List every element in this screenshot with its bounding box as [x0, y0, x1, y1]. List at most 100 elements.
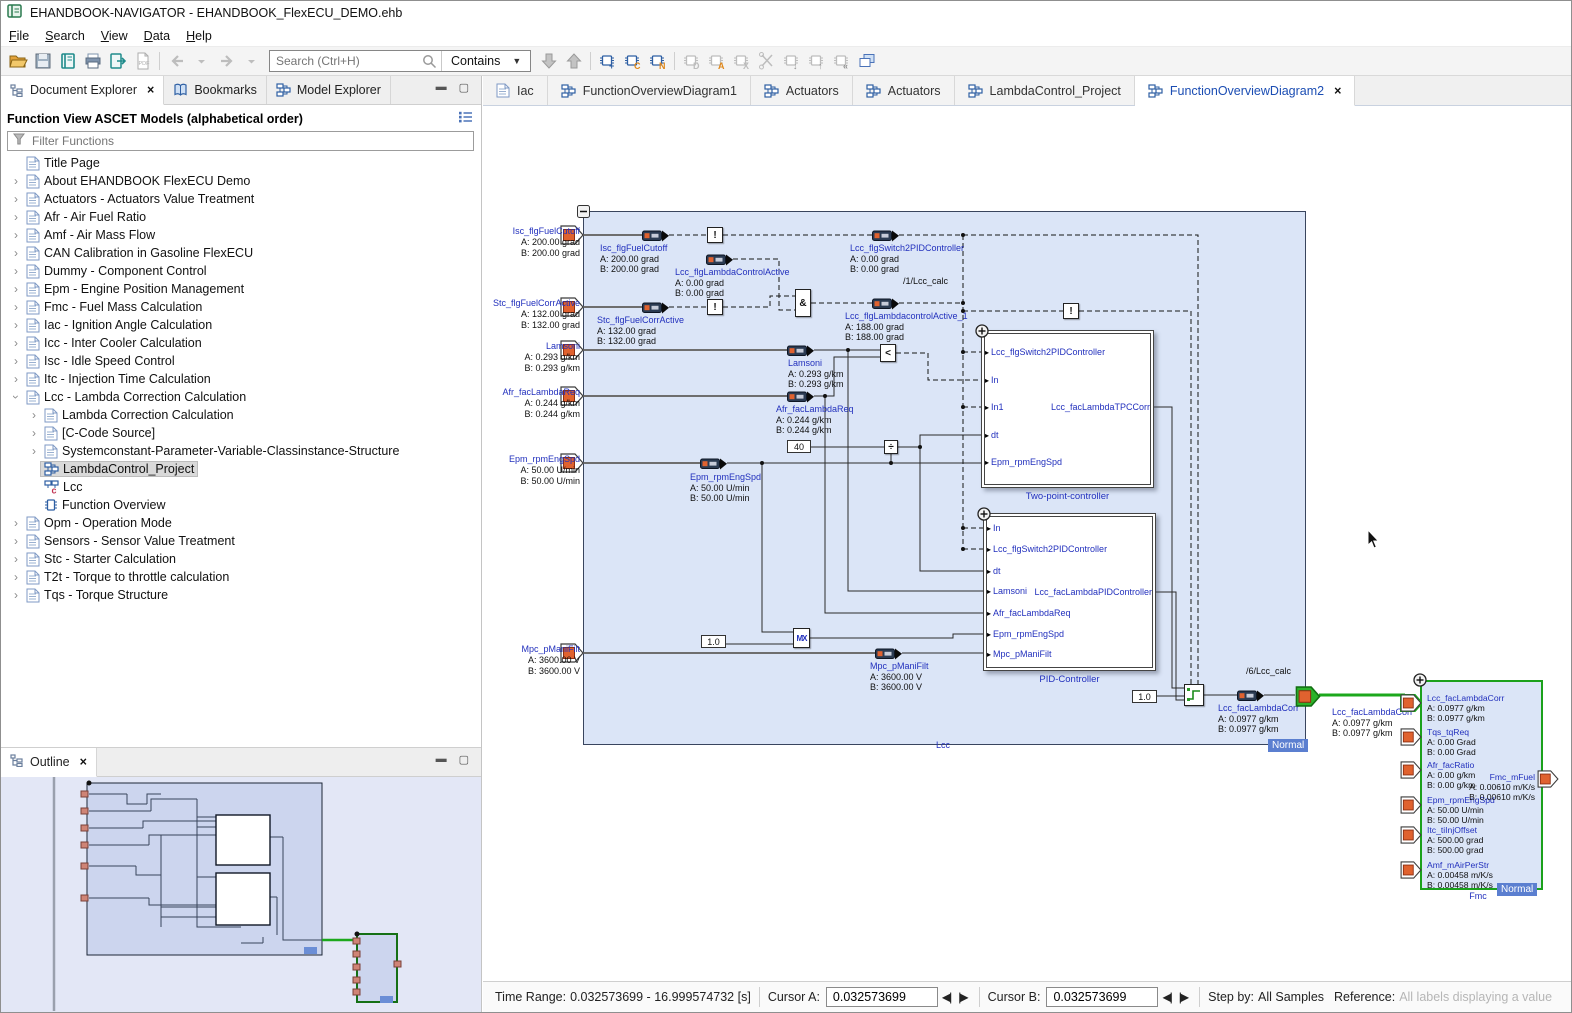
fmc-input-port-Afr_facRatio[interactable]: [1400, 761, 1422, 784]
signal-label-Lcc_flgLambdaControlActive[interactable]: Lcc_flgLambdaControlActiveA: 0.00 gradB:…: [675, 267, 790, 299]
tree-item-lambda-correction-calculation[interactable]: ›Lambda Correction Calculation: [1, 406, 481, 424]
chevron-right-icon[interactable]: ›: [9, 283, 23, 295]
fmc-input-port-Tqs_tqReq[interactable]: [1400, 728, 1422, 751]
close-icon[interactable]: ×: [147, 83, 154, 97]
chevron-right-icon[interactable]: ›: [9, 211, 23, 223]
signal-label-Stc_flgFuelCorrActive[interactable]: Stc_flgFuelCorrActiveA: 132.00 gradB: 13…: [597, 315, 684, 347]
chevron-right-icon[interactable]: ›: [9, 229, 23, 241]
signal-label-Lcc_flgSwitch2PIDController[interactable]: Lcc_flgSwitch2PIDControllerA: 0.00 gradB…: [850, 243, 964, 275]
chevron-right-icon[interactable]: ›: [9, 589, 23, 601]
constant-block-1.0[interactable]: 1.0: [1132, 690, 1157, 703]
not-operator-1[interactable]: !: [707, 227, 723, 243]
tree-item-afr-air-fuel-ratio[interactable]: ›Afr - Air Fuel Ratio: [1, 208, 481, 226]
fmc-input-port-Epm_rpmEngSpd[interactable]: [1400, 796, 1422, 819]
tree-item-dummy-component-control[interactable]: ›Dummy - Component Control: [1, 262, 481, 280]
menu-data[interactable]: Data: [136, 27, 178, 45]
cursor-a-next-button[interactable]: |▶: [958, 990, 966, 1004]
cursor-b-prev-button[interactable]: ◀|: [1162, 990, 1170, 1004]
tree-item-sensors-sensor-value-treatment[interactable]: ›Sensors - Sensor Value Treatment: [1, 532, 481, 550]
search-input[interactable]: [270, 54, 418, 68]
divide-operator[interactable]: ÷: [884, 440, 898, 454]
constant-block-1.0[interactable]: 1.0: [701, 635, 726, 648]
less-than-operator[interactable]: <: [880, 344, 896, 362]
mux-operator[interactable]: MX: [793, 628, 810, 648]
close-icon[interactable]: ×: [80, 755, 87, 769]
fmc-input-port-Amf_mAirPerStr[interactable]: [1400, 861, 1422, 884]
class-c-icon[interactable]: C: [620, 49, 645, 74]
minimize-icon[interactable]: ▬: [436, 81, 447, 104]
tree-item-fmc-fuel-mass-calculation[interactable]: ›Fmc - Fuel Mass Calculation: [1, 298, 481, 316]
tree-item-title-page[interactable]: Title Page: [1, 154, 481, 172]
cursor-a-input[interactable]: [826, 987, 938, 1007]
tree-item-stc-starter-calculation[interactable]: ›Stc - Starter Calculation: [1, 550, 481, 568]
chevron-right-icon[interactable]: ›: [27, 427, 41, 439]
chevron-right-icon[interactable]: ›: [27, 409, 41, 421]
output-port-Lcc_facLambdaCorr[interactable]: [1295, 686, 1321, 712]
filter-input[interactable]: [30, 133, 468, 149]
open-file-icon[interactable]: [5, 49, 30, 74]
outline-minimap[interactable]: [1, 777, 481, 1012]
fmc-input-port-Lcc_facLambdaCorr[interactable]: [1400, 694, 1422, 717]
print-icon[interactable]: [80, 49, 105, 74]
tree-item-function-overview[interactable]: Function Overview: [1, 496, 481, 514]
tree-item-amf-air-mass-flow[interactable]: ›Amf - Air Mass Flow: [1, 226, 481, 244]
menu-help[interactable]: Help: [178, 27, 220, 45]
duplicate-window-icon[interactable]: [854, 49, 879, 74]
tree-item-iac-ignition-angle-calculation[interactable]: ›Iac - Ignition Angle Calculation: [1, 316, 481, 334]
expand-icon[interactable]: [975, 324, 989, 338]
editor-tab-actuators[interactable]: Actuators: [853, 76, 955, 105]
cursor-b-input[interactable]: [1046, 987, 1158, 1007]
editor-tab-functionoverviewdiagram2[interactable]: FunctionOverviewDiagram2×: [1135, 76, 1356, 106]
tree-item-itc-injection-time-calculation[interactable]: ›Itc - Injection Time Calculation: [1, 370, 481, 388]
cursor-a-prev-button[interactable]: ◀|: [942, 990, 950, 1004]
tree-item-can-calibration-in-gasoline-flexecu[interactable]: ›CAN Calibration in Gasoline FlexECU: [1, 244, 481, 262]
tree-item-icc-inter-cooler-calculation[interactable]: ›Icc - Inter Cooler Calculation: [1, 334, 481, 352]
tab-outline[interactable]: Outline ×: [1, 748, 97, 777]
fmc-output-port-Fmc_mFuel[interactable]: [1537, 770, 1559, 793]
step-by-value[interactable]: All Samples: [1258, 990, 1324, 1004]
editor-tab-functionoverviewdiagram1[interactable]: FunctionOverviewDiagram1: [548, 76, 751, 105]
contains-dropdown[interactable]: Contains▼: [442, 54, 530, 68]
chevron-right-icon[interactable]: ›: [9, 571, 23, 583]
signal-label-Lamsoni[interactable]: LamsoniA: 0.293 g/kmB: 0.293 g/km: [788, 358, 844, 390]
signal-label-Lcc_facLambdaCorr[interactable]: Lcc_facLambdaCorrA: 0.0977 g/kmB: 0.0977…: [1218, 703, 1299, 735]
chevron-right-icon[interactable]: ›: [9, 175, 23, 187]
maximize-icon[interactable]: ▢: [459, 753, 469, 776]
tree-item-systemconstant-parameter-variable-classinstance-structure[interactable]: ›Systemconstant-Parameter-Variable-Class…: [1, 442, 481, 460]
expand-icon[interactable]: [1413, 673, 1427, 687]
tree-item-isc-idle-speed-control[interactable]: ›Isc - Idle Speed Control: [1, 352, 481, 370]
chevron-right-icon[interactable]: ›: [9, 553, 23, 565]
chevron-right-icon[interactable]: ›: [9, 301, 23, 313]
tab-model-explorer[interactable]: Model Explorer: [267, 76, 391, 104]
tree-item-about-ehandbook-flexecu-demo[interactable]: ›About EHANDBOOK FlexECU Demo: [1, 172, 481, 190]
tree-item-actuators-actuators-value-treatment[interactable]: ›Actuators - Actuators Value Treatment: [1, 190, 481, 208]
diagram-canvas[interactable]: LccNormal/1/Lcc_calc/6/Lcc_calcIsc_flgFu…: [483, 106, 1571, 981]
fmc-input-port-Itc_tiInjOffset[interactable]: [1400, 826, 1422, 849]
maximize-icon[interactable]: ▢: [459, 81, 469, 104]
switch-block[interactable]: [1184, 684, 1204, 706]
chevron-down-icon[interactable]: ›: [10, 390, 22, 404]
view-options-icon[interactable]: [458, 111, 473, 126]
signal-label-Mpc_pManiFilt[interactable]: Mpc_pManiFiltA: 3600.00 VB: 3600.00 V: [870, 661, 929, 693]
tab-bookmarks[interactable]: Bookmarks: [164, 76, 267, 104]
tree-item-lcc-lambda-correction-calculation[interactable]: ›Lcc - Lambda Correction Calculation: [1, 388, 481, 406]
chevron-right-icon[interactable]: ›: [9, 355, 23, 367]
collapse-icon[interactable]: [577, 205, 590, 218]
chevron-right-icon[interactable]: ›: [9, 265, 23, 277]
export-icon[interactable]: [105, 49, 130, 74]
chevron-right-icon[interactable]: ›: [27, 445, 41, 457]
tree-item-c-code-source[interactable]: ›[C-Code Source]: [1, 424, 481, 442]
chevron-right-icon[interactable]: ›: [9, 517, 23, 529]
menu-file[interactable]: File: [1, 27, 37, 45]
editor-tab-iac[interactable]: Iac: [483, 76, 548, 105]
tree-item-lcc[interactable]: cLcc: [1, 478, 481, 496]
tab-document-explorer[interactable]: Document Explorer×: [1, 76, 164, 105]
menu-view[interactable]: View: [93, 27, 136, 45]
chevron-right-icon[interactable]: ›: [9, 247, 23, 259]
tree-item-tqs-torque-structure[interactable]: ›Tqs - Torque Structure: [1, 586, 481, 604]
tree-item-lambdacontrol-project[interactable]: LambdaControl_Project: [1, 460, 481, 478]
chevron-right-icon[interactable]: ›: [9, 319, 23, 331]
signal-label-Isc_flgFuelCutoff[interactable]: Isc_flgFuelCutoffA: 200.00 gradB: 200.00…: [600, 243, 667, 275]
editor-tab-actuators[interactable]: Actuators: [751, 76, 853, 105]
not-operator-2[interactable]: !: [707, 299, 723, 315]
